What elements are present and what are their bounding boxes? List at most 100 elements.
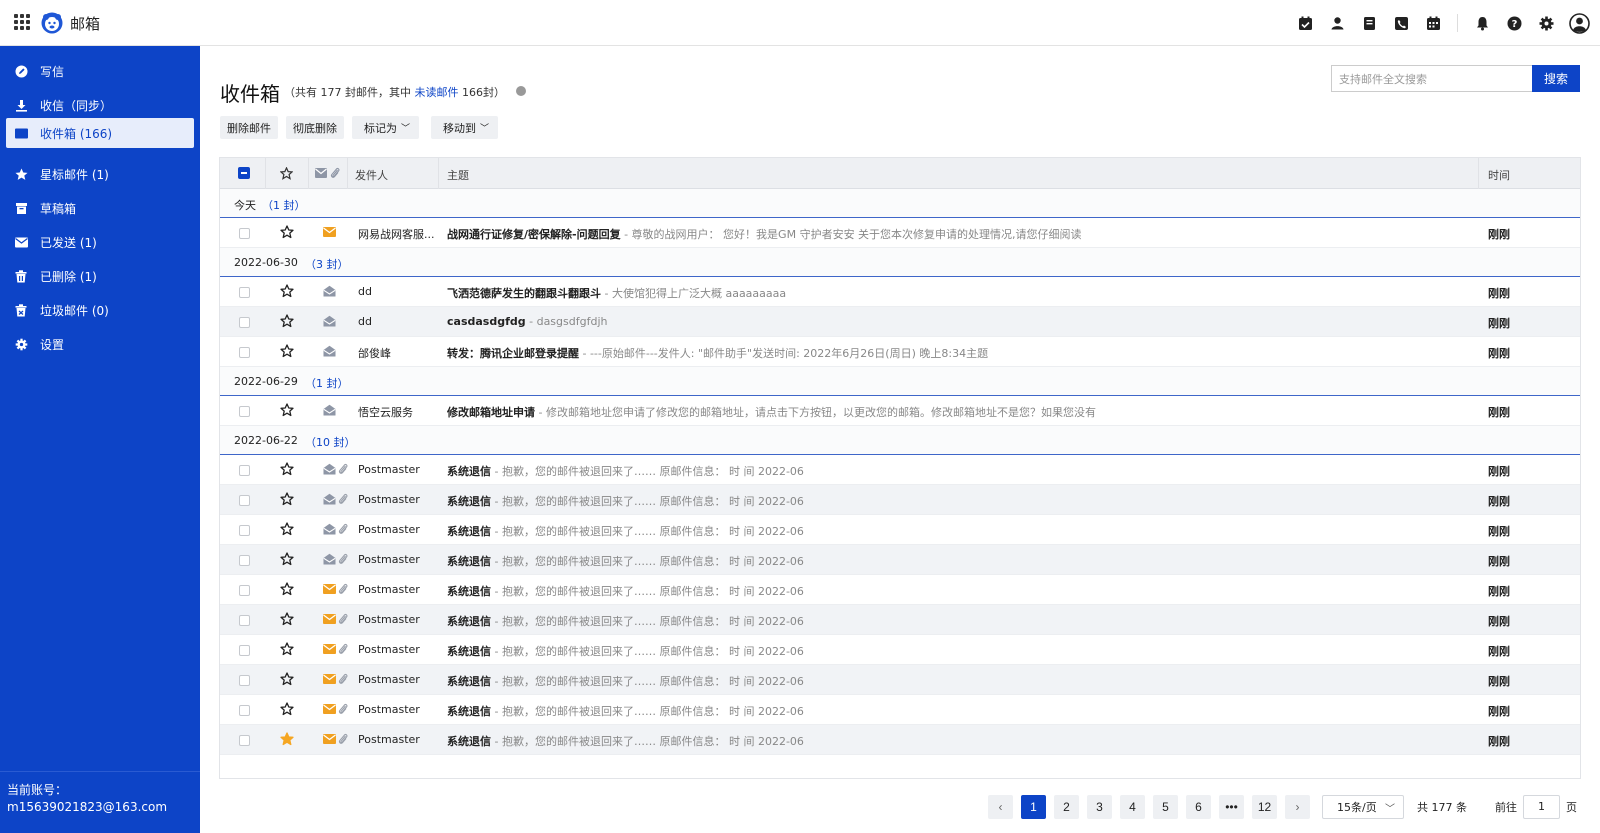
star-icon[interactable] bbox=[280, 582, 294, 596]
sender-column-header[interactable]: 发件人 bbox=[355, 167, 388, 183]
row-subject[interactable]: 系统退信 - 抱歉，您的邮件被退回来了…… 原邮件信息： 时 间 2022-06 bbox=[447, 703, 1447, 719]
user-avatar-icon[interactable] bbox=[1568, 12, 1590, 34]
row-subject[interactable]: 系统退信 - 抱歉，您的邮件被退回来了…… 原邮件信息： 时 间 2022-06 bbox=[447, 733, 1447, 749]
help-icon[interactable]: ? bbox=[1504, 13, 1524, 33]
delete-mail-button[interactable]: 删除邮件 bbox=[220, 116, 278, 139]
page-button-4[interactable]: 4 bbox=[1120, 794, 1145, 819]
star-icon[interactable] bbox=[280, 314, 294, 328]
notes-icon[interactable] bbox=[1359, 13, 1379, 33]
next-page-button[interactable]: › bbox=[1285, 794, 1310, 819]
table-row[interactable]: Postmaster 系统退信 - 抱歉，您的邮件被退回来了…… 原邮件信息： 时… bbox=[220, 485, 1580, 515]
page-button-2[interactable]: 2 bbox=[1054, 794, 1079, 819]
sidebar-item-2[interactable]: 收件箱 (166) bbox=[6, 118, 194, 148]
row-subject[interactable]: 系统退信 - 抱歉，您的邮件被退回来了…… 原邮件信息： 时 间 2022-06 bbox=[447, 523, 1447, 539]
move-to-dropdown[interactable]: 移动到 ﹀ bbox=[431, 116, 499, 139]
row-checkbox[interactable] bbox=[239, 585, 250, 596]
purge-mail-button[interactable]: 彻底删除 bbox=[286, 116, 344, 139]
unread-mail-link[interactable]: 未读邮件 bbox=[415, 86, 459, 99]
row-checkbox[interactable] bbox=[239, 555, 250, 566]
table-row[interactable]: 邰俊峰 转发：腾讯企业邮登录提醒 - ---原始邮件---发件人: "邮件助手"发… bbox=[220, 337, 1580, 367]
star-icon[interactable] bbox=[280, 612, 294, 626]
star-icon[interactable] bbox=[280, 492, 294, 506]
table-row[interactable]: Postmaster 系统退信 - 抱歉，您的邮件被退回来了…… 原邮件信息： 时… bbox=[220, 725, 1580, 755]
table-row[interactable]: Postmaster 系统退信 - 抱歉，您的邮件被退回来了…… 原邮件信息： 时… bbox=[220, 635, 1580, 665]
star-icon[interactable] bbox=[280, 522, 294, 536]
star-icon[interactable] bbox=[280, 732, 294, 746]
row-checkbox[interactable] bbox=[239, 287, 250, 298]
row-subject[interactable]: 系统退信 - 抱歉，您的邮件被退回来了…… 原邮件信息： 时 间 2022-06 bbox=[447, 553, 1447, 569]
table-row[interactable]: Postmaster 系统退信 - 抱歉，您的邮件被退回来了…… 原邮件信息： 时… bbox=[220, 575, 1580, 605]
sidebar-item-3[interactable]: 星标邮件 (1) bbox=[6, 159, 194, 189]
row-checkbox[interactable] bbox=[239, 406, 250, 417]
apps-grid-icon[interactable] bbox=[14, 14, 30, 30]
page-size-select[interactable]: 15条/页 ﹀ bbox=[1322, 794, 1404, 819]
row-checkbox[interactable] bbox=[239, 347, 250, 358]
star-icon[interactable] bbox=[280, 403, 294, 417]
time-column-header[interactable]: 时间 bbox=[1488, 167, 1510, 183]
table-row[interactable]: dd 飞洒范德萨发生的翻跟斗翻跟斗 - 大使馆犯得上广泛大概 aaaaaaaaa 刚… bbox=[220, 277, 1580, 307]
row-subject[interactable]: 系统退信 - 抱歉，您的邮件被退回来了…… 原邮件信息： 时 间 2022-06 bbox=[447, 583, 1447, 599]
star-icon[interactable] bbox=[280, 552, 294, 566]
row-subject[interactable]: casdasdgfdg - dasgsdfgfdjh bbox=[447, 315, 1447, 328]
row-subject[interactable]: 系统退信 - 抱歉，您的邮件被退回来了…… 原邮件信息： 时 间 2022-06 bbox=[447, 673, 1447, 689]
row-subject[interactable]: 系统退信 - 抱歉，您的邮件被退回来了…… 原邮件信息： 时 间 2022-06 bbox=[447, 643, 1447, 659]
page-button-12[interactable]: 12 bbox=[1252, 794, 1277, 819]
sidebar-item-1[interactable]: 收信（同步） bbox=[6, 90, 194, 120]
row-subject[interactable]: 修改邮箱地址申请 - 修改邮箱地址您申请了修改您的邮箱地址，请点击下方按钮，以更… bbox=[447, 404, 1447, 420]
table-row[interactable]: Postmaster 系统退信 - 抱歉，您的邮件被退回来了…… 原邮件信息： 时… bbox=[220, 455, 1580, 485]
row-checkbox[interactable] bbox=[239, 645, 250, 656]
page-button-6[interactable]: 6 bbox=[1186, 794, 1211, 819]
status-dot-icon[interactable] bbox=[516, 86, 526, 96]
subject-column-header[interactable]: 主题 bbox=[447, 167, 469, 183]
star-icon[interactable] bbox=[280, 672, 294, 686]
star-icon[interactable] bbox=[280, 462, 294, 476]
row-subject[interactable]: 飞洒范德萨发生的翻跟斗翻跟斗 - 大使馆犯得上广泛大概 aaaaaaaaa bbox=[447, 285, 1447, 301]
row-checkbox[interactable] bbox=[239, 465, 250, 476]
row-subject[interactable]: 转发：腾讯企业邮登录提醒 - ---原始邮件---发件人: "邮件助手"发送时间… bbox=[447, 345, 1447, 361]
table-row[interactable]: Postmaster 系统退信 - 抱歉，您的邮件被退回来了…… 原邮件信息： 时… bbox=[220, 605, 1580, 635]
sidebar-item-7[interactable]: 垃圾邮件 (0) bbox=[6, 295, 194, 325]
sidebar-item-4[interactable]: 草稿箱 bbox=[6, 193, 194, 223]
row-checkbox[interactable] bbox=[239, 228, 250, 239]
select-all-checkbox[interactable] bbox=[238, 167, 250, 179]
table-row[interactable]: Postmaster 系统退信 - 抱歉，您的邮件被退回来了…… 原邮件信息： 时… bbox=[220, 545, 1580, 575]
goto-page-input[interactable]: 1 bbox=[1523, 794, 1560, 819]
table-row[interactable]: Postmaster 系统退信 - 抱歉，您的邮件被退回来了…… 原邮件信息： 时… bbox=[220, 665, 1580, 695]
bell-icon[interactable] bbox=[1472, 13, 1492, 33]
row-subject[interactable]: 系统退信 - 抱歉，您的邮件被退回来了…… 原邮件信息： 时 间 2022-06 bbox=[447, 613, 1447, 629]
search-input[interactable]: 支持邮件全文搜索 bbox=[1331, 65, 1532, 92]
sidebar-item-8[interactable]: 设置 bbox=[6, 329, 194, 359]
contacts-icon[interactable] bbox=[1327, 13, 1347, 33]
table-row[interactable]: Postmaster 系统退信 - 抱歉，您的邮件被退回来了…… 原邮件信息： 时… bbox=[220, 515, 1580, 545]
sidebar-item-5[interactable]: 已发送 (1) bbox=[6, 227, 194, 257]
star-icon[interactable] bbox=[280, 702, 294, 716]
page-button-5[interactable]: 5 bbox=[1153, 794, 1178, 819]
row-checkbox[interactable] bbox=[239, 735, 250, 746]
row-checkbox[interactable] bbox=[239, 615, 250, 626]
more-pages-button[interactable]: ••• bbox=[1219, 794, 1244, 819]
page-button-1[interactable]: 1 bbox=[1021, 794, 1046, 819]
star-icon[interactable] bbox=[280, 642, 294, 656]
star-icon[interactable] bbox=[280, 344, 294, 358]
page-button-3[interactable]: 3 bbox=[1087, 794, 1112, 819]
row-subject[interactable]: 系统退信 - 抱歉，您的邮件被退回来了…… 原邮件信息： 时 间 2022-06 bbox=[447, 463, 1447, 479]
row-checkbox[interactable] bbox=[239, 525, 250, 536]
star-icon[interactable] bbox=[280, 225, 294, 239]
sidebar-item-0[interactable]: 写信 bbox=[6, 56, 194, 86]
calendar-icon[interactable] bbox=[1423, 13, 1443, 33]
table-row[interactable]: 悟空云服务 修改邮箱地址申请 - 修改邮箱地址您申请了修改您的邮箱地址，请点击下方… bbox=[220, 396, 1580, 426]
row-checkbox[interactable] bbox=[239, 495, 250, 506]
row-checkbox[interactable] bbox=[239, 675, 250, 686]
table-row[interactable]: dd casdasdgfdg - dasgsdfgfdjh 刚刚 bbox=[220, 307, 1580, 337]
mark-as-dropdown[interactable]: 标记为 ﹀ bbox=[352, 116, 420, 139]
table-row[interactable]: Postmaster 系统退信 - 抱歉，您的邮件被退回来了…… 原邮件信息： 时… bbox=[220, 695, 1580, 725]
row-subject[interactable]: 系统退信 - 抱歉，您的邮件被退回来了…… 原邮件信息： 时 间 2022-06 bbox=[447, 493, 1447, 509]
search-button[interactable]: 搜索 bbox=[1532, 65, 1580, 92]
star-column-icon[interactable] bbox=[280, 167, 293, 180]
sidebar-item-6[interactable]: 已删除 (1) bbox=[6, 261, 194, 291]
check-calendar-icon[interactable] bbox=[1295, 13, 1315, 33]
phone-icon[interactable] bbox=[1391, 13, 1411, 33]
star-icon[interactable] bbox=[280, 284, 294, 298]
row-subject[interactable]: 战网通行证修复/密保解除-问题回复 - 尊敬的战网用户： 您好！我是GM 守护者… bbox=[447, 226, 1447, 242]
row-checkbox[interactable] bbox=[239, 705, 250, 716]
